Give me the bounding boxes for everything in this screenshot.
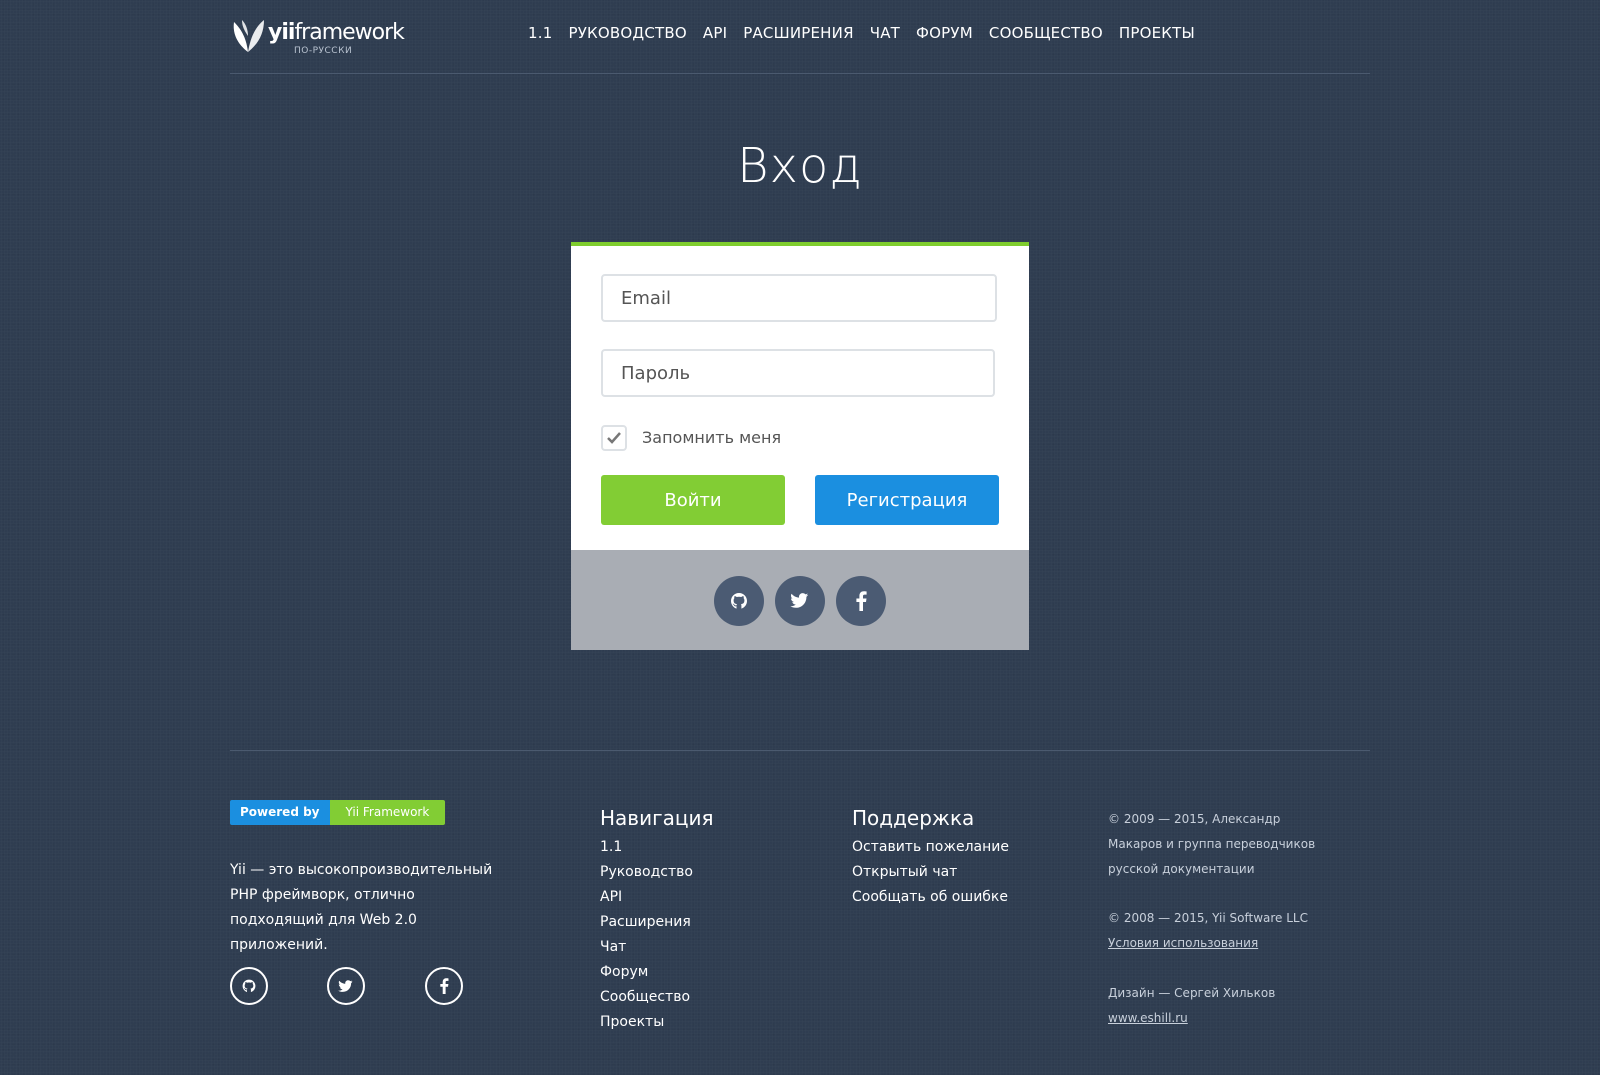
- terms-link[interactable]: Условия использования: [1108, 936, 1258, 950]
- nav-item-projects[interactable]: ПРОЕКТЫ: [1119, 24, 1195, 42]
- footer-support-bug[interactable]: Сообщать об ошибке: [852, 889, 1008, 905]
- footer-nav-projects[interactable]: Проекты: [600, 1014, 664, 1030]
- login-card: Запомнить меня Войти Регистрация: [571, 242, 1029, 650]
- footer-nav-forum[interactable]: Форум: [600, 964, 648, 980]
- github-login-button[interactable]: [714, 576, 764, 626]
- facebook-icon: [856, 591, 867, 611]
- email-field: [601, 274, 997, 322]
- facebook-login-button[interactable]: [836, 576, 886, 626]
- remember-me-label[interactable]: Запомнить меня: [642, 428, 781, 447]
- password-input[interactable]: [603, 351, 993, 395]
- copyright-translation: © 2009 — 2015, Александр Макаров и групп…: [1108, 812, 1316, 876]
- footer-twitter-link[interactable]: [327, 967, 365, 1005]
- password-field: [601, 349, 995, 397]
- nav-item-api[interactable]: API: [703, 24, 727, 42]
- logo-subtitle: ПО-РУССКИ: [294, 46, 353, 56]
- powered-by-name: Yii Framework: [329, 800, 446, 825]
- twitter-icon: [338, 979, 353, 992]
- powered-by-label: Powered by: [230, 800, 330, 825]
- footer-nav-guide[interactable]: Руководство: [600, 864, 693, 880]
- twitter-icon: [790, 593, 809, 608]
- footer-nav-chat[interactable]: Чат: [600, 939, 626, 955]
- header-divider: [230, 73, 1370, 74]
- nav-item-forum[interactable]: ФОРУМ: [916, 24, 973, 42]
- footer-github-link[interactable]: [230, 967, 268, 1005]
- footer-navigation-title: Навигация: [600, 806, 714, 830]
- footer-support-chat[interactable]: Открытый чат: [852, 864, 957, 880]
- footer-support-list: Оставить пожелание Открытый чат Сообщать…: [852, 835, 1009, 910]
- design-credit: Дизайн — Сергей Хильков: [1108, 986, 1276, 1000]
- nav-item-community[interactable]: СООБЩЕСТВО: [989, 24, 1103, 42]
- design-link[interactable]: www.eshill.ru: [1108, 1011, 1188, 1025]
- footer-divider: [230, 750, 1370, 751]
- twitter-login-button[interactable]: [775, 576, 825, 626]
- page-title: Вход: [737, 138, 863, 194]
- footer-facebook-link[interactable]: [425, 967, 463, 1005]
- card-accent-bar: [571, 242, 1029, 246]
- nav-item-1-1[interactable]: 1.1: [528, 24, 552, 42]
- powered-by-badge[interactable]: Powered by Yii Framework: [230, 800, 446, 825]
- nav-item-chat[interactable]: ЧАТ: [870, 24, 900, 42]
- github-icon: [731, 593, 747, 609]
- nav-item-guide[interactable]: РУКОВОДСТВО: [568, 24, 686, 42]
- footer-nav-community[interactable]: Сообщество: [600, 989, 690, 1005]
- login-button[interactable]: Войти: [601, 475, 785, 525]
- footer-about-text: Yii — это высокопроизводительный PHP фре…: [230, 862, 493, 953]
- footer-nav-api[interactable]: API: [600, 889, 622, 905]
- footer-nav-extensions[interactable]: Расширения: [600, 914, 691, 930]
- top-navigation: 1.1 РУКОВОДСТВО API РАСШИРЕНИЯ ЧАТ ФОРУМ…: [528, 24, 1195, 42]
- footer-support-wish[interactable]: Оставить пожелание: [852, 839, 1009, 855]
- design-link-wrap: www.eshill.ru: [1108, 1006, 1328, 1031]
- checkmark-icon: [607, 432, 621, 444]
- footer-nav-1-1[interactable]: 1.1: [600, 839, 622, 855]
- copyright-yii: © 2008 — 2015, Yii Software LLC: [1108, 911, 1308, 925]
- facebook-icon: [440, 978, 449, 994]
- github-icon: [242, 979, 256, 993]
- footer-support-title: Поддержка: [852, 806, 975, 830]
- yii-leaf-icon: [233, 20, 264, 52]
- email-input[interactable]: [603, 276, 995, 320]
- remember-me-checkbox[interactable]: [601, 425, 627, 451]
- nav-item-extensions[interactable]: РАСШИРЕНИЯ: [743, 24, 854, 42]
- yii-logo[interactable]: yiiframework ПО-РУССКИ: [230, 16, 405, 58]
- social-login-bar: [571, 550, 1029, 650]
- logo-wordmark: yiiframework: [268, 20, 405, 45]
- register-button[interactable]: Регистрация: [815, 475, 999, 525]
- footer-navigation-list: 1.1 Руководство API Расширения Чат Форум…: [600, 835, 693, 1035]
- terms-link-wrap: Условия использования: [1108, 931, 1328, 956]
